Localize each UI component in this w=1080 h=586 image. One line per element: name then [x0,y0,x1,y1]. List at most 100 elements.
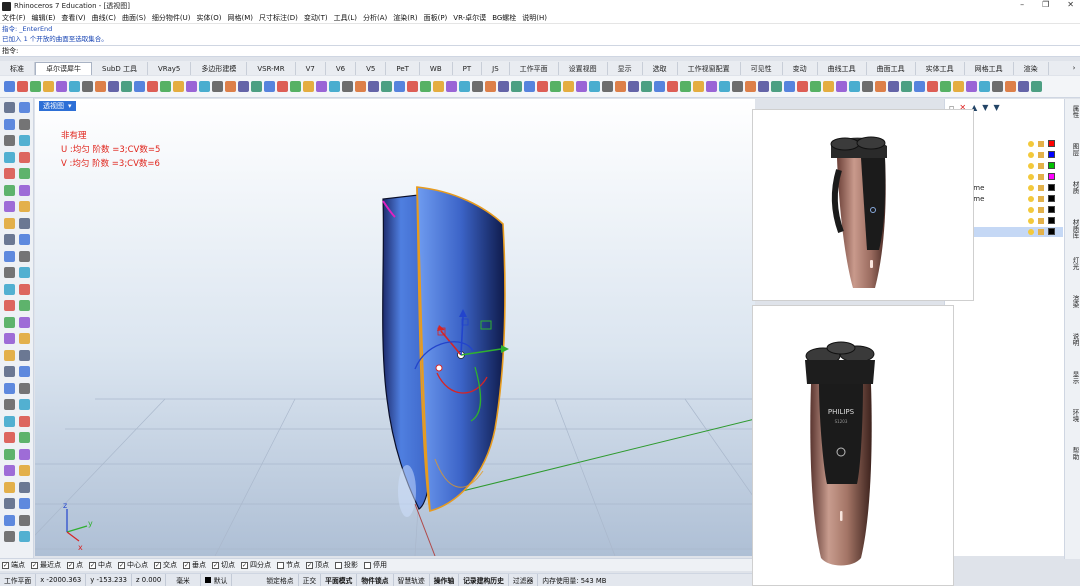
menu-solid[interactable]: 实体(O) [197,13,222,23]
undo-tool-79-icon[interactable] [1031,81,1042,92]
tab-display[interactable]: 显示 [608,62,643,75]
left-tool-24-0-icon[interactable] [4,498,15,509]
cut-tool-76-icon[interactable] [992,81,1003,92]
toggle-ortho[interactable]: 正交 [299,573,322,586]
lock-icon[interactable] [1038,196,1044,202]
print-tool-13-icon[interactable] [173,81,184,92]
tab-v7[interactable]: V7 [296,62,326,75]
menu-bg[interactable]: BG螺栓 [492,13,516,23]
tab-standard[interactable]: 标准 [0,62,35,75]
menu-analyze[interactable]: 分析(A) [363,13,387,23]
import-tool-64-icon[interactable] [836,81,847,92]
lightbulb-icon[interactable] [1028,141,1034,147]
toggle-osnap[interactable]: 物件锁点 [357,573,394,586]
osnap-checkbox[interactable]: ✓ [118,561,125,569]
osnap-item[interactable]: ✓ 中点 [89,560,112,570]
tab-js[interactable]: JS [482,62,510,75]
open-tool-1-icon[interactable] [17,81,28,92]
command-input[interactable]: 指令: [0,45,1080,57]
left-tool-10-0-icon[interactable] [4,267,15,278]
lock-icon[interactable] [1038,141,1044,147]
open-tool-51-icon[interactable] [667,81,678,92]
tab-vsr-mr[interactable]: VSR-MR [247,62,296,75]
left-tool-16-1-icon[interactable] [19,366,30,377]
copy-tool-7-icon[interactable] [95,81,106,92]
left-tool-22-1-icon[interactable] [19,465,30,476]
copy-tool-37-icon[interactable] [485,81,496,92]
cut-tool-16-icon[interactable] [212,81,223,92]
lock-icon[interactable] [1038,152,1044,158]
left-tool-18-0-icon[interactable] [4,399,15,410]
left-tool-19-1-icon[interactable] [19,415,30,427]
left-tool-13-0-icon[interactable] [4,316,15,328]
left-tool-26-0-icon[interactable] [4,531,15,542]
osnap-checkbox[interactable]: ✓ [154,561,161,569]
left-tool-4-0-icon[interactable] [4,168,15,179]
tab-cplane[interactable]: 工作平面 [510,62,559,75]
left-tool-23-1-icon[interactable] [19,481,30,493]
layer-color-swatch[interactable] [1048,184,1055,191]
toggle-filter[interactable]: 过滤器 [509,573,539,586]
menu-render[interactable]: 渲染(R) [393,13,417,23]
import-tool-4-icon[interactable] [56,81,67,92]
osnap-item[interactable]: ✓ 最近点 [31,560,61,570]
osnap-checkbox[interactable] [277,561,284,569]
tab-scroll-right[interactable]: › [1068,61,1080,75]
undo-tool-29-icon[interactable] [381,81,392,92]
left-tool-0-1-icon[interactable] [19,102,30,113]
osnap-checkbox[interactable] [335,561,342,569]
menu-dimension[interactable]: 尺寸标注(D) [259,13,298,23]
toggle-gumball[interactable]: 操作轴 [430,573,460,586]
left-tool-16-0-icon[interactable] [4,366,15,377]
osnap-checkbox[interactable]: ✓ [89,561,96,569]
tab-subd-tools[interactable]: SubD 工具 [92,62,148,75]
menu-tools[interactable]: 工具(L) [334,13,357,23]
lock-icon[interactable] [1038,163,1044,169]
import-tool-74-icon[interactable] [966,81,977,92]
cut-tool-6-icon[interactable] [82,81,93,92]
lightbulb-icon[interactable] [1028,174,1034,180]
tab-poly-modeling[interactable]: 多边形建模 [191,62,248,75]
osnap-item[interactable]: 节点 [277,560,300,570]
print-tool-53-icon[interactable] [693,81,704,92]
open-tool-41-icon[interactable] [537,81,548,92]
side-tab[interactable]: 灯光 [1067,257,1079,270]
left-tool-12-1-icon[interactable] [19,300,30,311]
tab-pt[interactable]: PT [453,62,483,75]
menu-mesh[interactable]: 网格(M) [228,13,254,23]
tab-visibility[interactable]: 可见性 [741,62,783,75]
left-tool-22-0-icon[interactable] [4,465,15,476]
print-tool-3-icon[interactable] [43,81,54,92]
menu-surface[interactable]: 曲面(S) [122,13,146,23]
toggle-smarttrack[interactable]: 智慧轨迹 [394,573,430,586]
export-tool-35-icon[interactable] [459,81,470,92]
left-tool-2-1-icon[interactable] [19,135,30,146]
tab-viewport-layout[interactable]: 工作视窗配置 [678,62,741,75]
left-tool-11-0-icon[interactable] [4,283,15,295]
import-tool-44-icon[interactable] [576,81,587,92]
open-tool-61-icon[interactable] [797,81,808,92]
left-tool-21-0-icon[interactable] [4,448,15,460]
left-tool-23-0-icon[interactable] [4,481,15,493]
menu-subd[interactable]: 细分物件(U) [152,13,191,23]
left-tool-8-0-icon[interactable] [4,234,15,245]
osnap-checkbox[interactable]: ✓ [241,561,248,569]
new-tool-40-icon[interactable] [524,81,535,92]
export-tool-65-icon[interactable] [849,81,860,92]
new-tool-50-icon[interactable] [654,81,665,92]
new-tool-0-icon[interactable] [4,81,15,92]
layer-color-swatch[interactable] [1048,173,1055,180]
undo-tool-39-icon[interactable] [511,81,522,92]
left-tool-26-1-icon[interactable] [19,531,30,542]
tab-vray5[interactable]: VRay5 [148,62,192,75]
paste-tool-48-icon[interactable] [628,81,639,92]
layer-color-swatch[interactable] [1048,151,1055,158]
lightbulb-icon[interactable] [1028,163,1034,169]
layer-color-swatch[interactable] [1048,217,1055,224]
tab-surface-tools[interactable]: 曲面工具 [867,62,916,75]
toggle-history[interactable]: 记录建构历史 [459,573,509,586]
status-cplane[interactable]: 工作平面 [0,573,37,586]
tab-transform[interactable]: 变动 [783,62,818,75]
osnap-item[interactable]: 投影 [335,560,358,570]
export-tool-45-icon[interactable] [589,81,600,92]
